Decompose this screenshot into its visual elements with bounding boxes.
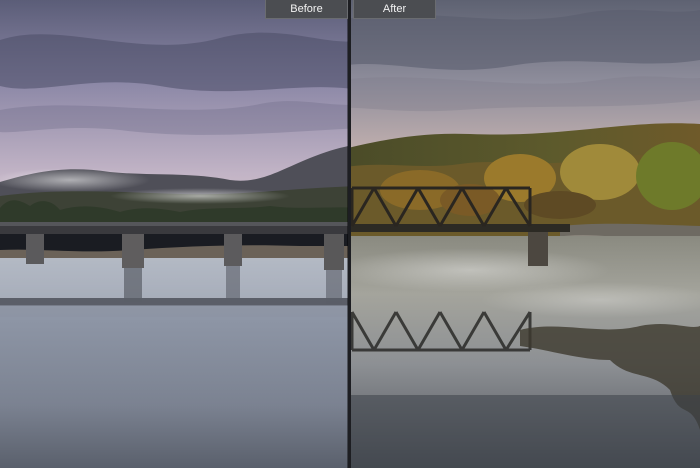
- after-label-tab[interactable]: After: [353, 0, 436, 19]
- before-after-comparison: Before After: [0, 0, 700, 468]
- after-photo: [350, 0, 700, 468]
- before-label-tab[interactable]: Before: [265, 0, 348, 19]
- split-divider-handle[interactable]: [348, 0, 351, 468]
